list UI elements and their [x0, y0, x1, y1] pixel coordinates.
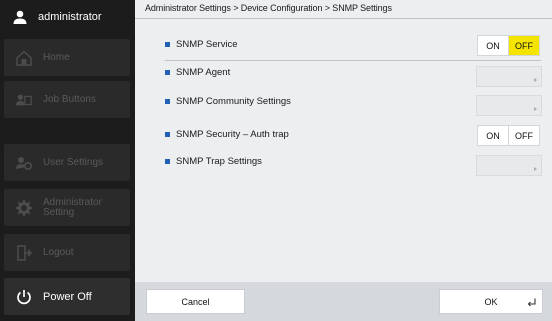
sidebar-item-user-settings[interactable]: User Settings — [4, 144, 130, 181]
sidebar-item-label: Job Buttons — [43, 93, 96, 105]
snmp-security-on-button[interactable]: ON — [477, 125, 509, 146]
home-icon — [15, 49, 33, 67]
cancel-button[interactable]: Cancel — [146, 289, 245, 314]
snmp-trap-dropdown[interactable] — [476, 155, 542, 176]
sidebar-item-logout[interactable]: Logout — [4, 234, 130, 271]
setting-label: SNMP Service — [176, 38, 238, 50]
power-off-label: Power Off — [43, 290, 92, 303]
main-panel: Administrator Settings > Device Configur… — [135, 0, 552, 321]
bullet-icon — [165, 131, 170, 137]
gear-icon — [15, 199, 33, 217]
bullet-icon — [165, 41, 170, 47]
snmp-service-off-button[interactable]: OFF — [509, 35, 540, 56]
setting-label: SNMP Community Settings — [176, 95, 291, 107]
sidebar-item-home[interactable]: Home — [4, 39, 130, 76]
user-settings-icon — [15, 154, 33, 172]
ok-label: OK — [484, 296, 498, 307]
snmp-security-off-button[interactable]: OFF — [509, 125, 540, 146]
sidebar-item-label: Logout — [43, 246, 74, 258]
snmp-security-toggle: ON OFF — [477, 125, 540, 146]
enter-icon — [527, 298, 536, 309]
sidebar: administrator Home Job Buttons User Sett… — [0, 0, 135, 321]
sidebar-item-label: Home — [43, 51, 70, 63]
bullet-icon — [165, 158, 170, 164]
sidebar-item-job-buttons[interactable]: Job Buttons — [4, 81, 130, 118]
setting-label: SNMP Security – Auth trap — [176, 128, 289, 140]
breadcrumb: Administrator Settings > Device Configur… — [145, 3, 392, 13]
setting-label: SNMP Agent — [176, 66, 231, 78]
caret-right-icon — [534, 107, 537, 111]
setting-label: SNMP Trap Settings — [176, 155, 262, 167]
app-window: administrator Home Job Buttons User Sett… — [0, 0, 552, 321]
snmp-agent-dropdown[interactable] — [476, 66, 542, 87]
sidebar-item-label: Administrator Setting — [43, 196, 102, 218]
user-info: administrator — [0, 0, 135, 34]
user-icon — [12, 9, 28, 25]
user-name: administrator — [38, 11, 102, 23]
bullet-icon — [165, 98, 170, 104]
caret-right-icon — [534, 78, 537, 82]
sidebar-item-administrator-setting[interactable]: Administrator Setting — [4, 189, 130, 226]
job-buttons-icon — [15, 91, 33, 109]
bottom-bar: Cancel OK — [135, 282, 552, 321]
caret-right-icon — [534, 167, 537, 171]
breadcrumb-divider — [135, 18, 552, 19]
ok-button[interactable]: OK — [439, 289, 543, 314]
snmp-service-toggle: ON OFF — [477, 35, 540, 56]
power-icon — [15, 288, 33, 306]
sidebar-item-label: User Settings — [43, 156, 104, 168]
power-off-button[interactable]: Power Off — [4, 278, 130, 315]
logout-icon — [15, 244, 33, 262]
snmp-service-on-button[interactable]: ON — [477, 35, 509, 56]
snmp-community-dropdown[interactable] — [476, 95, 542, 116]
bullet-icon — [165, 69, 170, 75]
